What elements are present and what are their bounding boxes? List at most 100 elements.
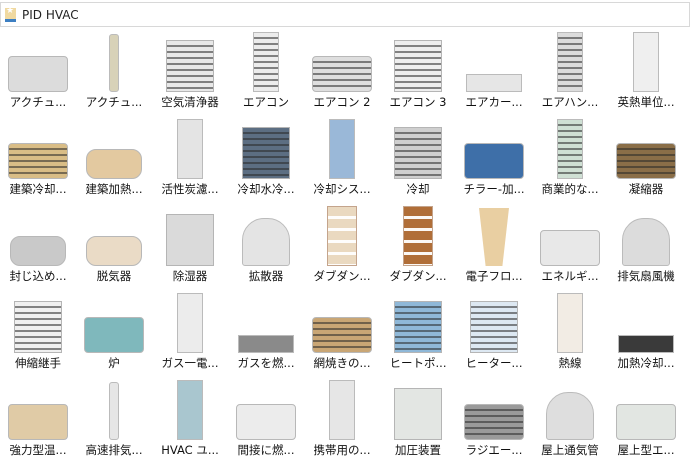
symbol-item[interactable]: ヒートポ... [380, 291, 456, 378]
symbol-item[interactable]: 凝縮器 [608, 117, 684, 204]
symbol-label: エアコン [243, 95, 289, 109]
symbol-item[interactable]: 空気清浄器 [152, 30, 228, 117]
air-handler-icon [557, 32, 583, 92]
gas-burner-icon [238, 335, 294, 353]
symbol-item[interactable]: 除湿器 [152, 204, 228, 291]
symbol-item[interactable]: 炉 [76, 291, 152, 378]
symbol-item[interactable]: 冷却シス... [304, 117, 380, 204]
symbol-item[interactable]: HVAC ユ... [152, 378, 228, 465]
symbol-item[interactable]: アクチュ... [76, 30, 152, 117]
gas-electric-icon [177, 293, 203, 353]
energy-recovery-icon [540, 230, 600, 266]
btu-meter-icon [633, 32, 659, 92]
symbol-item[interactable]: 建築加熱... [76, 117, 152, 204]
symbol-item[interactable]: 携帯用の... [304, 378, 380, 465]
symbol-item[interactable]: 強力型温... [0, 378, 76, 465]
symbol-label: 活性炭濾... [161, 182, 219, 196]
grill-icon [312, 317, 372, 353]
symbol-label: 空気清浄器 [161, 95, 219, 109]
symbol-item[interactable]: 屋上型エ... [608, 378, 684, 465]
symbol-item[interactable]: 伸縮継手 [0, 291, 76, 378]
symbol-item[interactable]: 封じ込め... [0, 204, 76, 291]
symbol-item[interactable]: チラー-加... [456, 117, 532, 204]
symbol-label: 除湿器 [172, 269, 208, 283]
symbol-item[interactable]: ダブダン... [380, 204, 456, 291]
symbol-item[interactable]: 建築冷却... [0, 117, 76, 204]
symbol-label: 網焼きの... [313, 356, 371, 370]
containment-icon [10, 236, 66, 266]
symbol-label: HVAC ユ... [161, 443, 219, 457]
symbol-item[interactable]: ガスを燃... [228, 291, 304, 378]
symbol-item[interactable]: 冷却水冷... [228, 117, 304, 204]
symbol-label: ヒートポ... [389, 356, 447, 370]
symbol-item[interactable]: 冷却 [380, 117, 456, 204]
symbol-item[interactable]: アクチュ... [0, 30, 76, 117]
cooling-system-icon [329, 119, 355, 179]
symbol-label: チラー-加... [463, 182, 525, 196]
exhaust-fan-icon [622, 218, 670, 266]
library-star-icon [5, 6, 16, 22]
symbol-item[interactable]: 間接に燃... [228, 378, 304, 465]
air-curtain-icon [466, 74, 522, 92]
electronic-flow-icon [479, 208, 509, 266]
air-purifier-icon [166, 40, 214, 92]
window-air-conditioner-icon [312, 56, 372, 92]
symbol-label: アクチュ... [9, 95, 67, 109]
symbol-item[interactable]: 電子フロ... [456, 204, 532, 291]
symbol-item[interactable]: エアコン [228, 30, 304, 117]
symbol-item[interactable]: ダブダン... [304, 204, 380, 291]
symbol-label: 熱線 [558, 356, 582, 370]
symbol-item[interactable]: ガス一電... [152, 291, 228, 378]
symbol-label: 携帯用の... [313, 443, 371, 457]
symbol-label: 建築加熱... [85, 182, 143, 196]
symbol-item[interactable]: 高速排気... [76, 378, 152, 465]
actuator-rod-icon [109, 34, 119, 92]
deaerator-icon [86, 236, 142, 266]
pressurizer-icon [394, 388, 442, 440]
symbol-label: 屋上型エ... [617, 443, 675, 457]
symbol-item[interactable]: 網焼きの... [304, 291, 380, 378]
symbol-item[interactable]: エアカー... [456, 30, 532, 117]
heat-wire-icon [557, 293, 583, 353]
symbol-item[interactable]: 加熱冷却... [608, 291, 684, 378]
symbol-label: 封じ込め... [9, 269, 67, 283]
symbol-item[interactable]: ヒーター... [456, 291, 532, 378]
symbol-item[interactable]: 脱気器 [76, 204, 152, 291]
symbol-item[interactable]: 屋上通気管 [532, 378, 608, 465]
building-heating-icon [86, 149, 142, 179]
symbol-label: 屋上通気管 [541, 443, 599, 457]
symbol-item[interactable]: ラジエー... [456, 378, 532, 465]
hvac-unit-icon [177, 380, 203, 440]
symbol-label: 加圧装置 [395, 443, 441, 457]
chiller-icon [464, 143, 524, 179]
symbol-label: 炉 [108, 356, 120, 370]
symbol-label: 英熱単位... [617, 95, 675, 109]
damper-light-icon [327, 206, 357, 266]
dehumidifier-icon [166, 214, 214, 266]
cooling-unit-icon [394, 127, 442, 179]
symbol-item[interactable]: エアハン... [532, 30, 608, 117]
symbol-label: 冷却水冷... [237, 182, 295, 196]
library-panel-header[interactable]: PID HVAC [0, 2, 690, 27]
symbol-label: 凝縮器 [628, 182, 664, 196]
symbol-label: エアハン... [541, 95, 599, 109]
symbol-label: ガスを燃... [237, 356, 295, 370]
symbol-item[interactable]: 拡散器 [228, 204, 304, 291]
symbol-item[interactable]: エアコン 3 [380, 30, 456, 117]
symbol-item[interactable]: エアコン 2 [304, 30, 380, 117]
symbol-item[interactable]: 活性炭濾... [152, 117, 228, 204]
symbol-label: ガス一電... [161, 356, 219, 370]
symbol-item[interactable]: 排気扇風機 [608, 204, 684, 291]
symbol-item[interactable]: 加圧装置 [380, 378, 456, 465]
symbol-item[interactable]: 熱線 [532, 291, 608, 378]
expansion-joint-icon [14, 301, 62, 353]
symbol-item[interactable]: 英熱単位... [608, 30, 684, 117]
diffuser-icon [242, 218, 290, 266]
symbol-item[interactable]: エネルギ... [532, 204, 608, 291]
heating-cooling-icon [618, 335, 674, 353]
symbol-item[interactable]: 商業的な... [532, 117, 608, 204]
portable-unit-icon [329, 380, 355, 440]
actuator-icon [8, 56, 68, 92]
symbol-label: エアカー... [465, 95, 523, 109]
symbol-label: 電子フロ... [465, 269, 523, 283]
